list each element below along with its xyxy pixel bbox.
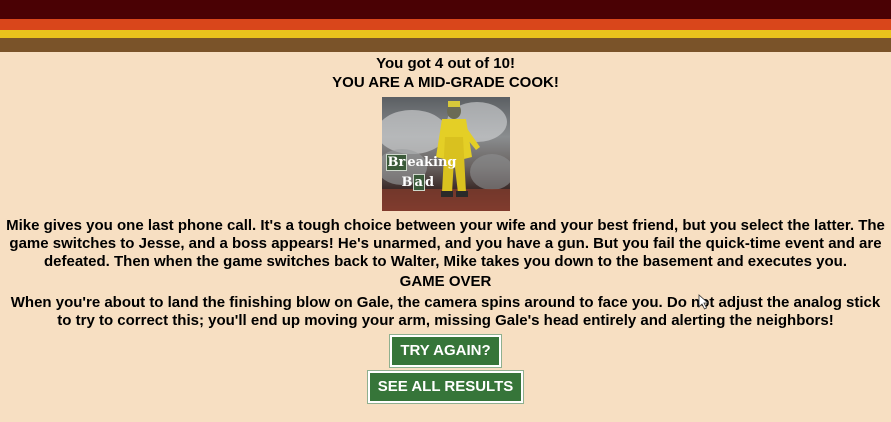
header-stripes bbox=[0, 0, 891, 52]
logo-line-1: Br eaking bbox=[385, 154, 457, 171]
stripe-orange bbox=[0, 19, 891, 30]
game-over-label: GAME OVER bbox=[399, 273, 492, 290]
logo-line-2: Bad bbox=[401, 174, 435, 191]
result-panel: You got 4 out of 10! YOU ARE A MID-GRADE… bbox=[0, 55, 891, 403]
logo-text-2b: d bbox=[424, 175, 435, 190]
stripe-dark-red bbox=[0, 0, 891, 19]
result-tip: When you're about to land the finishing … bbox=[10, 294, 881, 329]
stripe-brown bbox=[0, 38, 891, 52]
see-all-results-button[interactable]: SEE ALL RESULTS bbox=[367, 371, 524, 403]
logo-element-2: a bbox=[412, 174, 425, 191]
mouse-cursor-icon bbox=[698, 294, 710, 310]
logo-element-1: Br bbox=[385, 154, 408, 171]
rank-title: YOU ARE A MID-GRADE COOK! bbox=[332, 74, 559, 91]
score-text: You got 4 out of 10! bbox=[376, 55, 515, 72]
poster-container: Br eaking Bad bbox=[0, 97, 891, 212]
stripe-yellow bbox=[0, 30, 891, 38]
result-story: Mike gives you one last phone call. It's… bbox=[6, 217, 885, 270]
result-image: Br eaking Bad bbox=[381, 97, 510, 211]
logo-text-2a: B bbox=[401, 175, 413, 190]
try-again-button[interactable]: TRY AGAIN? bbox=[390, 335, 501, 367]
logo-text-1: eaking bbox=[407, 155, 457, 170]
